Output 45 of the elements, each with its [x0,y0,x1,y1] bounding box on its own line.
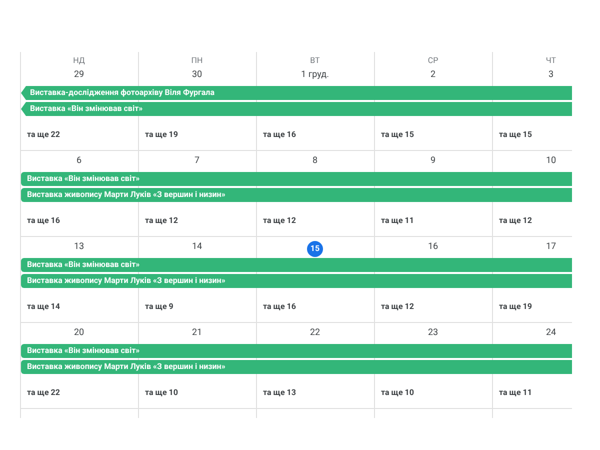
more-events-link[interactable]: та ще 16 [263,130,296,140]
more-events-link[interactable]: та ще 22 [27,130,60,140]
more-events-link[interactable]: та ще 16 [27,216,60,226]
more-events-link[interactable]: та ще 15 [499,130,532,140]
day-date[interactable]: 16 [426,241,440,253]
day-date[interactable]: 1 груд. [299,69,331,81]
day-date[interactable]: 29 [72,69,86,81]
more-events-link[interactable]: та ще 9 [145,302,174,312]
more-events-link[interactable]: та ще 14 [27,302,60,312]
more-events-link[interactable]: та ще 16 [263,302,296,312]
today-date[interactable]: 15 [307,241,323,257]
day-date[interactable]: 22 [308,327,322,339]
day-date[interactable]: 24 [544,327,558,339]
more-events-link[interactable]: та ще 19 [499,302,532,312]
day-date[interactable]: 14 [190,241,204,253]
day-date[interactable]: 9 [428,155,438,167]
day-date[interactable]: 21 [190,327,204,339]
day-date[interactable]: 30 [190,69,204,81]
more-events-link[interactable]: та ще 10 [381,388,414,398]
more-events-link[interactable]: та ще 22 [27,388,60,398]
day-date[interactable]: 13 [72,241,86,253]
more-events-link[interactable]: та ще 19 [145,130,178,140]
weekday-label: ВТ [310,56,320,66]
day-date[interactable]: 20 [72,327,86,339]
weekday-label: ПН [191,56,203,66]
more-events-link[interactable]: та ще 10 [145,388,178,398]
day-date[interactable]: 17 [544,241,558,253]
day-date[interactable]: 6 [74,155,84,167]
day-date[interactable]: 7 [192,155,202,167]
weekday-label: НД [73,56,85,66]
day-date[interactable]: 8 [310,155,320,167]
more-events-link[interactable]: та ще 12 [381,302,414,312]
more-events-link[interactable]: та ще 15 [381,130,414,140]
more-events-link[interactable]: та ще 12 [145,216,178,226]
weekday-label: СР [428,56,438,66]
more-events-link[interactable]: та ще 11 [499,388,532,398]
day-date[interactable]: 23 [426,327,440,339]
day-date[interactable]: 2 [428,69,438,81]
more-events-link[interactable]: та ще 12 [499,216,532,226]
day-date[interactable]: 10 [544,155,558,167]
more-events-link[interactable]: та ще 11 [381,216,414,226]
more-events-link[interactable]: та ще 12 [263,216,296,226]
more-events-link[interactable]: та ще 13 [263,388,296,398]
day-date[interactable]: 3 [546,69,556,81]
weekday-label: ЧТ [546,56,556,66]
